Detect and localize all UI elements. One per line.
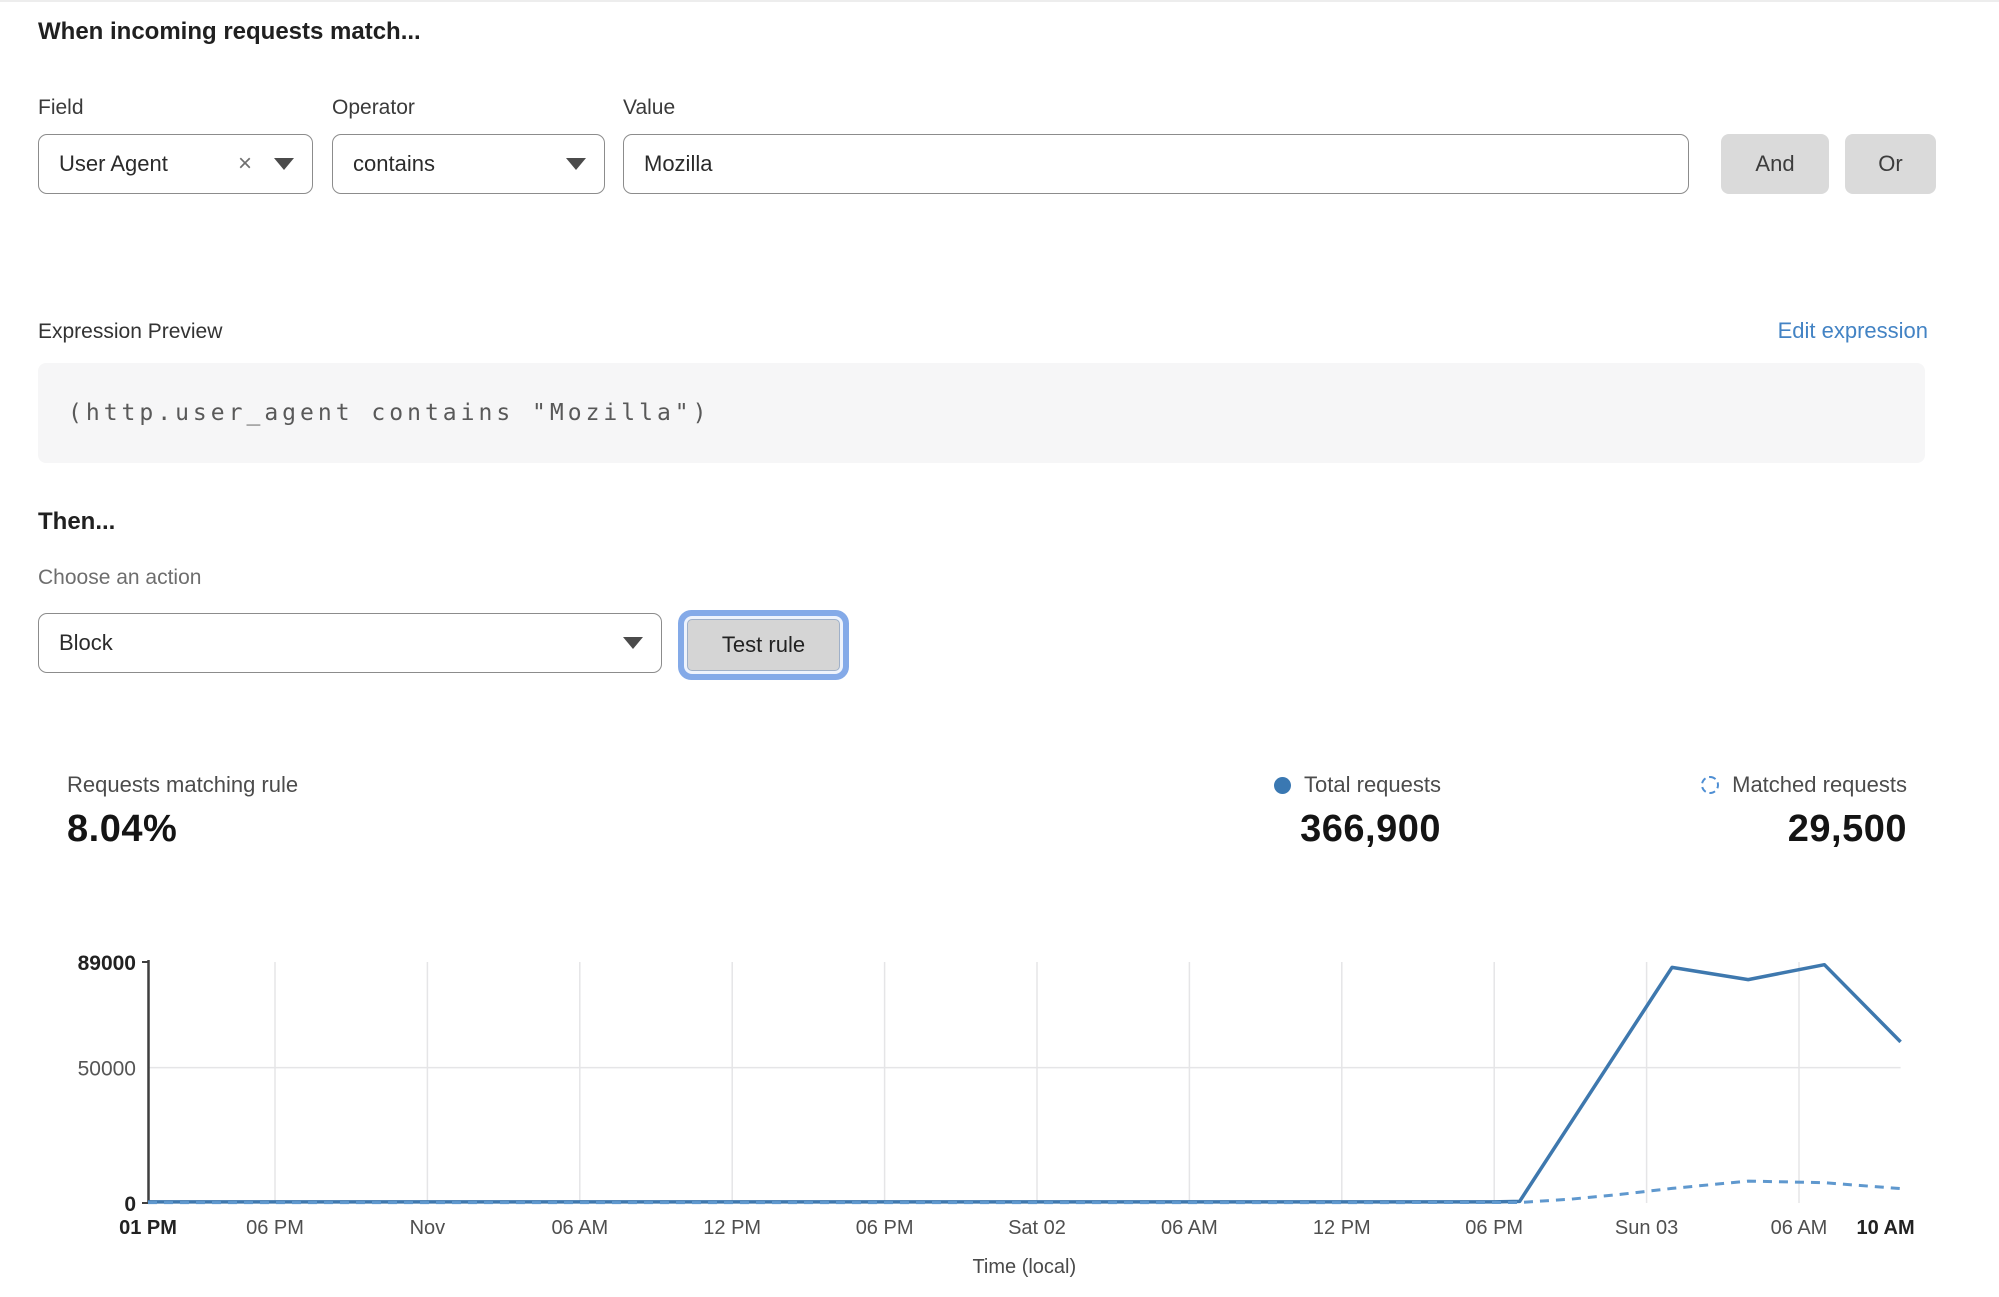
value-label: Value (623, 96, 675, 120)
svg-text:Time (local): Time (local) (972, 1256, 1076, 1278)
stat-matching-value: 8.04% (67, 808, 298, 851)
and-button[interactable]: And (1721, 134, 1829, 194)
rule-builder-page: When incoming requests match... Field Op… (0, 0, 1999, 1297)
svg-text:12 PM: 12 PM (703, 1217, 761, 1239)
test-rule-button[interactable]: Test rule (687, 619, 840, 671)
chevron-down-icon (566, 158, 586, 170)
stat-matched: Matched requests 29,500 (1701, 772, 1907, 851)
clear-icon[interactable]: × (238, 152, 252, 176)
svg-text:06 PM: 06 PM (246, 1217, 304, 1239)
expression-preview-box: (http.user_agent contains "Mozilla") (38, 363, 1925, 463)
stat-matching: Requests matching rule 8.04% (67, 772, 298, 851)
stat-total-value: 366,900 (1274, 808, 1441, 851)
stat-total: Total requests 366,900 (1274, 772, 1441, 851)
operator-select-value: contains (353, 151, 435, 177)
svg-text:0: 0 (124, 1193, 136, 1216)
svg-text:Nov: Nov (410, 1217, 446, 1239)
svg-text:06 AM: 06 AM (1161, 1217, 1218, 1239)
requests-chart: 0 50000 89000 01 PM 06 PM Nov 06 AM 12 PM 06 PM S… (0, 932, 1999, 1297)
value-input[interactable] (623, 134, 1689, 194)
then-heading: Then... (38, 508, 115, 536)
svg-text:10 AM: 10 AM (1857, 1217, 1915, 1239)
expression-preview-label: Expression Preview (38, 320, 222, 344)
field-select-value: User Agent (59, 151, 168, 177)
svg-text:50000: 50000 (78, 1058, 136, 1081)
stat-matching-label: Requests matching rule (67, 772, 298, 798)
choose-action-label: Choose an action (38, 566, 201, 590)
expression-code: (http.user_agent contains "Mozilla") (68, 400, 711, 426)
operator-label: Operator (332, 96, 415, 120)
matched-requests-legend-circle-icon (1701, 776, 1719, 794)
stat-matched-value: 29,500 (1701, 808, 1907, 851)
total-requests-legend-dot-icon (1274, 777, 1291, 794)
svg-text:01 PM: 01 PM (119, 1217, 177, 1239)
action-select[interactable]: Block (38, 613, 662, 673)
chevron-down-icon (623, 637, 643, 649)
svg-text:06 PM: 06 PM (1465, 1217, 1523, 1239)
svg-text:Sat 02: Sat 02 (1008, 1217, 1066, 1239)
chevron-down-icon (274, 158, 294, 170)
svg-text:89000: 89000 (78, 952, 136, 975)
svg-text:06 AM: 06 AM (1771, 1217, 1828, 1239)
action-select-value: Block (59, 630, 113, 656)
svg-text:12 PM: 12 PM (1313, 1217, 1371, 1239)
stat-total-label: Total requests (1304, 772, 1441, 798)
svg-text:06 PM: 06 PM (856, 1217, 914, 1239)
match-heading: When incoming requests match... (38, 18, 421, 46)
edit-expression-link[interactable]: Edit expression (1778, 318, 1928, 344)
operator-select[interactable]: contains (332, 134, 605, 194)
field-select[interactable]: User Agent × (38, 134, 313, 194)
or-button[interactable]: Or (1845, 134, 1936, 194)
stat-matched-label: Matched requests (1732, 772, 1907, 798)
svg-text:Sun 03: Sun 03 (1615, 1217, 1678, 1239)
field-label: Field (38, 96, 84, 120)
requests-chart-svg: 0 50000 89000 01 PM 06 PM Nov 06 AM 12 PM 06 PM S… (0, 932, 1999, 1297)
svg-text:06 AM: 06 AM (551, 1217, 608, 1239)
